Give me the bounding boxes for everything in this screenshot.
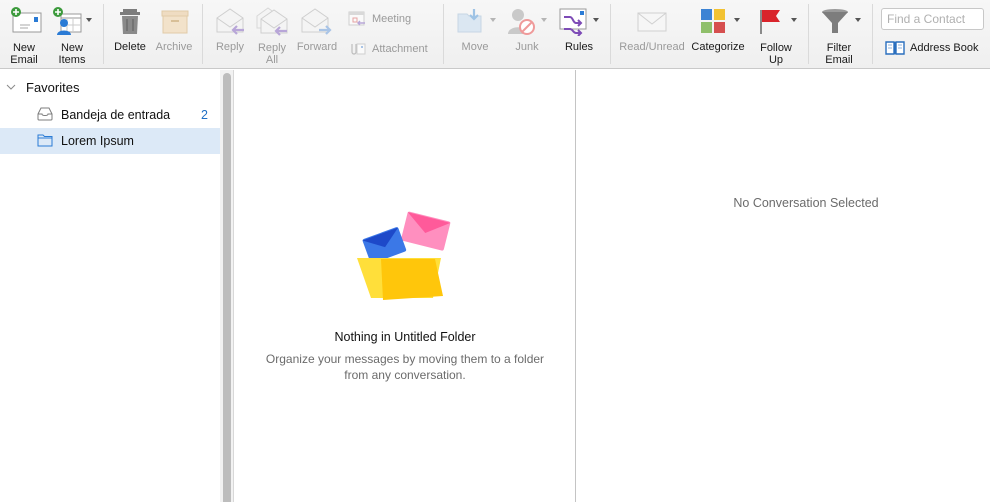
rules-icon [559, 8, 587, 36]
junk-button[interactable]: Junk [506, 0, 548, 68]
reply-icon [216, 8, 244, 35]
categorize-button[interactable]: Categorize [689, 0, 747, 68]
unread-count: 2 [201, 108, 208, 122]
empty-folder-illustration [357, 211, 451, 300]
rules-label: Rules [564, 41, 594, 53]
filter-email-button[interactable]: Filter Email [815, 0, 863, 68]
message-list-pane: Nothing in Untitled Folder Organize your… [235, 70, 575, 502]
archive-button[interactable]: Archive [153, 0, 195, 68]
scrollbar-thumb[interactable] [223, 73, 231, 502]
chevron-down-icon[interactable] [6, 84, 16, 90]
meeting-calendar-icon [348, 11, 365, 26]
move-button[interactable]: Move [452, 0, 498, 68]
toolbar-divider [103, 4, 104, 64]
ribbon-toolbar: New Email New Items Delete Archive Reply… [0, 0, 990, 69]
sidebar-item-inbox[interactable]: Bandeja de entrada 2 [0, 102, 220, 128]
find-contact-input[interactable] [881, 8, 984, 30]
move-dropdown-icon[interactable] [490, 18, 496, 22]
categorize-label: Categorize [691, 41, 745, 53]
forward-button[interactable]: Forward [295, 0, 339, 68]
new-items-label-2: Items [58, 54, 86, 66]
move-folder-icon [457, 9, 482, 33]
trash-icon [120, 9, 140, 34]
favorites-label: Favorites [26, 79, 80, 95]
forward-label: Forward [296, 41, 338, 53]
toolbar-divider [808, 4, 809, 64]
junk-dropdown-icon[interactable] [541, 18, 547, 22]
delete-label: Delete [114, 41, 146, 53]
junk-icon [508, 9, 535, 35]
reading-pane: No Conversation Selected [576, 70, 990, 502]
sidebar-item-lorem-ipsum[interactable]: Lorem Ipsum [0, 128, 220, 154]
meeting-label: Meeting [372, 13, 412, 25]
toolbar-divider [610, 4, 611, 64]
archive-label: Archive [155, 41, 193, 53]
reply-all-label-1: Reply [257, 42, 287, 54]
read-unread-icon [637, 12, 667, 32]
folder-name: Lorem Ipsum [61, 134, 134, 148]
folder-icon [37, 134, 53, 147]
empty-state-description: Organize your messages by moving them to… [265, 352, 545, 382]
inbox-icon [37, 107, 53, 121]
toolbar-divider [443, 4, 444, 64]
new-items-icon [53, 7, 82, 35]
archive-box-icon [161, 10, 189, 34]
sidebar-scrollbar[interactable] [220, 70, 234, 502]
attachment-label: Attachment [372, 43, 428, 55]
meeting-button[interactable]: Meeting [348, 11, 411, 27]
follow-up-label-2: Up [768, 54, 784, 66]
folder-sidebar: Favorites Bandeja de entrada 2 Lorem Ips… [0, 70, 220, 502]
empty-state-title: Nothing in Untitled Folder [334, 330, 476, 344]
reply-all-label-2: All [265, 54, 279, 66]
new-items-label-1: New [60, 42, 83, 54]
filter-dropdown-icon[interactable] [855, 18, 861, 22]
new-email-icon [11, 7, 42, 33]
address-book-icon [885, 41, 905, 55]
reply-label: Reply [215, 41, 245, 53]
paperclip-icon [351, 43, 366, 55]
no-conversation-message: No Conversation Selected [733, 196, 879, 210]
new-items-button[interactable]: New Items [50, 0, 94, 68]
new-email-label-1: New [12, 42, 35, 54]
rules-dropdown-icon[interactable] [593, 18, 599, 22]
address-book-button[interactable]: Address Book [885, 40, 978, 56]
categorize-icon [701, 9, 725, 33]
flag-icon [760, 10, 780, 34]
reply-button[interactable]: Reply [211, 0, 249, 68]
delete-button[interactable]: Delete [111, 0, 149, 68]
follow-up-label-1: Follow [760, 42, 792, 54]
forward-icon [301, 8, 332, 35]
toolbar-divider [872, 4, 873, 64]
categorize-dropdown-icon[interactable] [734, 18, 740, 22]
reply-all-button[interactable]: Reply All [253, 0, 291, 68]
junk-label: Junk [515, 41, 539, 53]
follow-up-dropdown-icon[interactable] [791, 18, 797, 22]
folder-name: Bandeja de entrada [61, 108, 171, 122]
toolbar-divider [202, 4, 203, 64]
attachment-button[interactable]: Attachment [348, 41, 428, 57]
new-email-label-2: Email [10, 54, 38, 66]
rules-button[interactable]: Rules [556, 0, 602, 68]
read-unread-label: Read/Unread [619, 41, 685, 53]
new-items-dropdown-icon[interactable] [86, 18, 92, 22]
move-label: Move [461, 41, 489, 53]
new-email-button[interactable]: New Email [4, 0, 44, 68]
filter-email-label-1: Filter [826, 42, 852, 54]
read-unread-button[interactable]: Read/Unread [617, 0, 687, 68]
follow-up-button[interactable]: Follow Up [752, 0, 800, 68]
address-book-label: Address Book [910, 42, 979, 54]
reply-all-icon [256, 7, 288, 36]
filter-email-label-2: Email [825, 54, 853, 66]
favorites-section-header[interactable]: Favorites [0, 78, 79, 96]
filter-funnel-icon [822, 9, 848, 33]
